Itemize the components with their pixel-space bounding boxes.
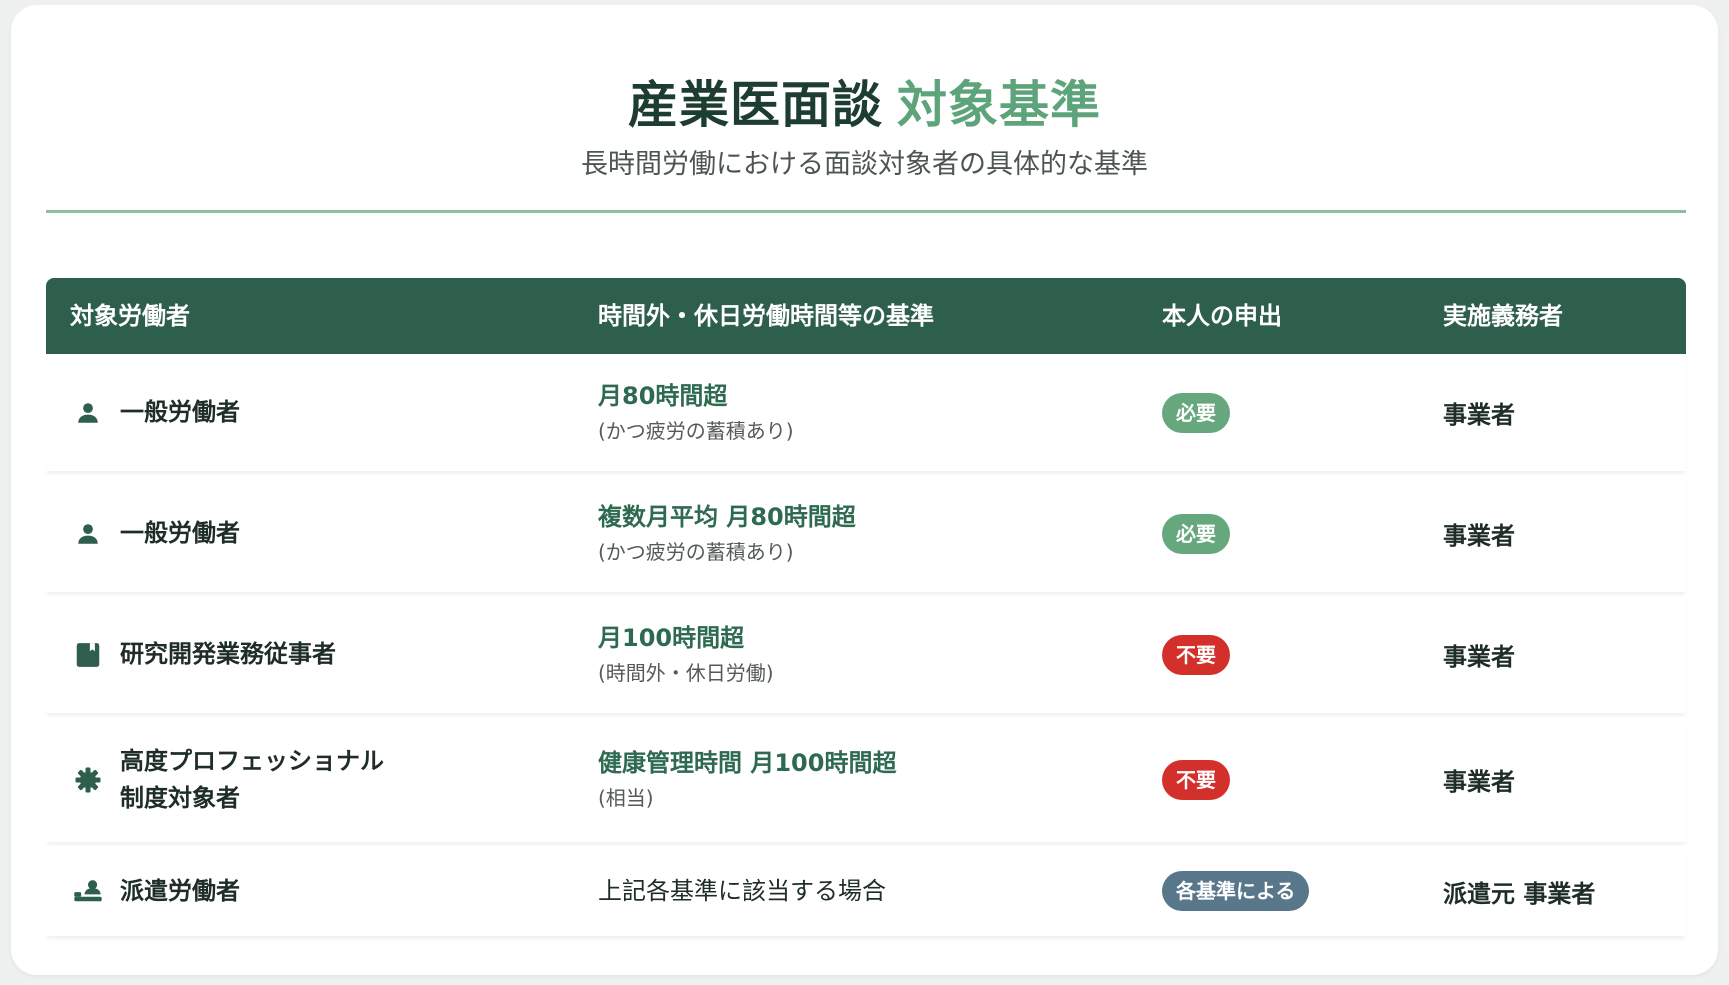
table-header: 対象労働者 時間外・休日労働時間等の基準 本人の申出 実施義務者 <box>46 278 1686 354</box>
table-row: 派遣労働者 上記各基準に該当する場合 各基準による 派遣元 事業者 <box>46 846 1686 936</box>
column-header-criterion: 時間外・休日労働時間等の基準 <box>598 302 934 330</box>
worker-cell: 一般労働者 <box>70 475 550 592</box>
worker-label: 一般労働者 <box>120 519 240 547</box>
column-header-request: 本人の申出 <box>1162 302 1282 330</box>
criterion-value: 複数月平均 月80時間超 <box>598 503 856 531</box>
criterion-note: (時間外・休日労働) <box>598 661 774 685</box>
page-header: 産業医面談 対象基準 長時間労働における面談対象者の具体的な基準 <box>11 73 1718 183</box>
worker-label: 派遣労働者 <box>120 876 240 905</box>
worker-cell: 高度プロフェッショナル 制度対象者 <box>70 717 550 842</box>
request-cell: 各基準による <box>1162 846 1412 936</box>
criterion-cell: 月100時間超 (時間外・休日労働) <box>598 596 1118 713</box>
table-row: 高度プロフェッショナル 制度対象者 健康管理時間 月100時間超 (相当) 不要… <box>46 717 1686 842</box>
person-icon <box>70 516 106 552</box>
table-row: 研究開発業務従事者 月100時間超 (時間外・休日労働) 不要 事業者 <box>46 596 1686 713</box>
status-badge: 必要 <box>1162 392 1230 433</box>
obligor-cell: 事業者 <box>1443 354 1683 471</box>
status-badge: 不要 <box>1162 634 1230 675</box>
request-cell: 必要 <box>1162 354 1412 471</box>
table-row: 一般労働者 複数月平均 月80時間超 (かつ疲労の蓄積あり) 必要 事業者 <box>46 475 1686 592</box>
criterion-value: 健康管理時間 月100時間超 <box>598 749 897 777</box>
worker-cell: 派遣労働者 <box>70 846 550 936</box>
column-header-worker: 対象労働者 <box>70 302 190 330</box>
title-main: 産業医面談 <box>628 76 883 134</box>
gear-icon <box>70 762 106 798</box>
worker-label: 研究開発業務従事者 <box>120 640 336 668</box>
criterion-cell: 上記各基準に該当する場合 <box>598 846 1118 936</box>
obligor-cell: 事業者 <box>1443 475 1683 592</box>
obligor-label: 事業者 <box>1443 643 1515 671</box>
criterion-note: (かつ疲労の蓄積あり) <box>598 540 794 564</box>
obligor-cell: 派遣元 事業者 <box>1443 846 1683 936</box>
obligor-cell: 事業者 <box>1443 717 1683 842</box>
criterion-value: 月80時間超 <box>598 382 728 410</box>
status-badge: 必要 <box>1162 513 1230 554</box>
page-title: 産業医面談 対象基準 <box>11 73 1718 137</box>
criterion-cell: 複数月平均 月80時間超 (かつ疲労の蓄積あり) <box>598 475 1118 592</box>
column-header-obligor: 実施義務者 <box>1443 302 1563 330</box>
request-cell: 不要 <box>1162 717 1412 842</box>
criterion-note: (相当) <box>598 786 654 810</box>
criterion-value: 月100時間超 <box>598 624 745 652</box>
status-badge: 不要 <box>1162 759 1230 800</box>
obligor-label: 事業者 <box>1443 401 1515 429</box>
worker-label: 一般労働者 <box>120 398 240 426</box>
worker-cell: 研究開発業務従事者 <box>70 596 550 713</box>
obligor-label: 事業者 <box>1443 768 1515 796</box>
worker-cell: 一般労働者 <box>70 354 550 471</box>
table-row: 一般労働者 月80時間超 (かつ疲労の蓄積あり) 必要 事業者 <box>46 354 1686 471</box>
status-badge: 各基準による <box>1162 871 1310 911</box>
criterion-cell: 健康管理時間 月100時間超 (相当) <box>598 717 1118 842</box>
criterion-note: (かつ疲労の蓄積あり) <box>598 419 794 443</box>
title-accent: 対象基準 <box>897 76 1101 134</box>
obligor-label: 事業者 <box>1443 522 1515 550</box>
header-divider <box>46 210 1686 213</box>
worker-label-line: 制度対象者 <box>120 783 240 812</box>
dispatched-worker-icon <box>70 873 106 909</box>
obligor-label: 派遣元 事業者 <box>1443 879 1596 908</box>
page-subtitle: 長時間労働における面談対象者の具体的な基準 <box>581 149 1148 180</box>
research-notebook-icon <box>70 637 106 673</box>
request-cell: 必要 <box>1162 475 1412 592</box>
obligor-cell: 事業者 <box>1443 596 1683 713</box>
person-icon <box>70 395 106 431</box>
card: 産業医面談 対象基準 長時間労働における面談対象者の具体的な基準 対象労働者 時間… <box>11 5 1718 975</box>
request-cell: 不要 <box>1162 596 1412 713</box>
criterion-value: 上記各基準に該当する場合 <box>598 877 886 905</box>
worker-label-line: 高度プロフェッショナル <box>120 746 384 775</box>
worker-label: 高度プロフェッショナル 制度対象者 <box>120 743 384 817</box>
criterion-cell: 月80時間超 (かつ疲労の蓄積あり) <box>598 354 1118 471</box>
